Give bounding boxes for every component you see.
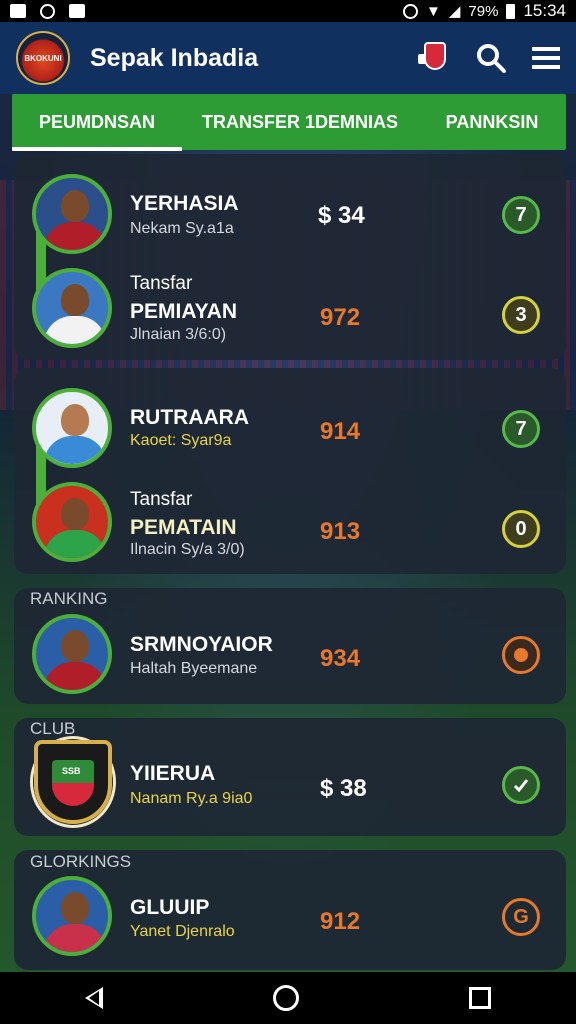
notification-icon xyxy=(40,3,55,19)
battery-level: 79% xyxy=(468,2,499,20)
section-label-glorkings: GLORKINGS xyxy=(30,852,132,871)
player-price: 972 xyxy=(320,304,361,331)
player-avatar[interactable] xyxy=(32,388,112,468)
player-name: PEMATAIN xyxy=(130,516,237,539)
tab-transfer[interactable]: TRANSFER 1DEMNIAS xyxy=(182,94,418,150)
player-club: Jlnaian 3/6:0) xyxy=(130,326,227,343)
player-price: 912 xyxy=(320,908,361,935)
rank-badge: 7 xyxy=(502,410,540,448)
rank-badge: G xyxy=(502,898,540,936)
tab-bar: PEUMDNSAN TRANSFER 1DEMNIAS PANNKSIN xyxy=(12,94,566,151)
menu-icon[interactable] xyxy=(532,46,560,70)
player-avatar[interactable] xyxy=(32,174,112,254)
search-icon[interactable] xyxy=(476,43,506,73)
player-name: PEMIAYAN xyxy=(130,300,237,323)
recent-apps-icon[interactable] xyxy=(469,987,491,1009)
battery-icon xyxy=(506,3,516,19)
player-club: Nekam Sy.a1a xyxy=(130,220,234,237)
team-badge-icon[interactable] xyxy=(418,40,450,76)
rank-badge: 0 xyxy=(502,510,540,548)
player-name: SRMNOYAIOR xyxy=(130,633,273,656)
player-price: 914 xyxy=(320,418,361,445)
transfer-label: Tansfar xyxy=(130,489,193,510)
logo-text: BKOKUNI xyxy=(24,53,62,63)
ball-icon xyxy=(514,648,528,662)
player-club: Yanet Djenralo xyxy=(130,923,235,940)
app-logo[interactable]: BKOKUNI xyxy=(16,31,70,85)
player-price: 934 xyxy=(320,645,361,672)
player-avatar[interactable] xyxy=(32,268,112,348)
player-name: RUTRAARA xyxy=(130,406,249,429)
player-name: YERHASIA xyxy=(130,192,239,215)
rank-badge: 7 xyxy=(502,196,540,234)
club-crest[interactable]: SSB xyxy=(34,740,112,824)
app-header: BKOKUNI Sepak Inbadia xyxy=(0,22,576,94)
player-price: 913 xyxy=(320,518,361,545)
club-name: YIIERUA xyxy=(130,762,216,785)
home-icon[interactable] xyxy=(273,985,299,1011)
gallery-icon xyxy=(10,4,26,18)
wifi-icon: ▼ xyxy=(426,2,441,20)
player-club: Ilnacin Sy/a 3/0) xyxy=(130,541,245,558)
club-price: $ 38 xyxy=(320,775,367,802)
alarm-icon xyxy=(403,3,419,19)
clock: 15:34 xyxy=(523,1,566,20)
player-avatar[interactable] xyxy=(32,482,112,562)
player-club: Haltah Byeemane xyxy=(130,660,258,677)
club-sub: Nanam Ry.a 9ia0 xyxy=(130,790,253,807)
crest-text: SSB xyxy=(62,766,81,776)
tab-pannksin[interactable]: PANNKSIN xyxy=(418,94,566,150)
player-club: Kaoet: Syar9a xyxy=(130,432,232,449)
transfer-label: Tansfar xyxy=(130,273,193,294)
system-nav-bar xyxy=(0,972,576,1024)
section-label-ranking: RANKING xyxy=(30,589,108,608)
app-notification-icon xyxy=(69,4,85,18)
app-title: Sepak Inbadia xyxy=(90,43,259,72)
rank-icon xyxy=(502,636,540,674)
player-avatar[interactable] xyxy=(32,876,112,956)
player-price: $ 34 xyxy=(318,202,365,229)
player-avatar[interactable] xyxy=(32,614,112,694)
status-bar: ▼ ◢ 79% 15:34 xyxy=(0,0,576,22)
tab-peumdnsan[interactable]: PEUMDNSAN xyxy=(12,94,182,151)
back-icon[interactable] xyxy=(85,987,103,1009)
player-name: GLUUIP xyxy=(130,896,210,919)
signal-icon: ◢ xyxy=(448,3,461,20)
rank-badge: 3 xyxy=(502,296,540,334)
check-icon xyxy=(502,766,540,804)
